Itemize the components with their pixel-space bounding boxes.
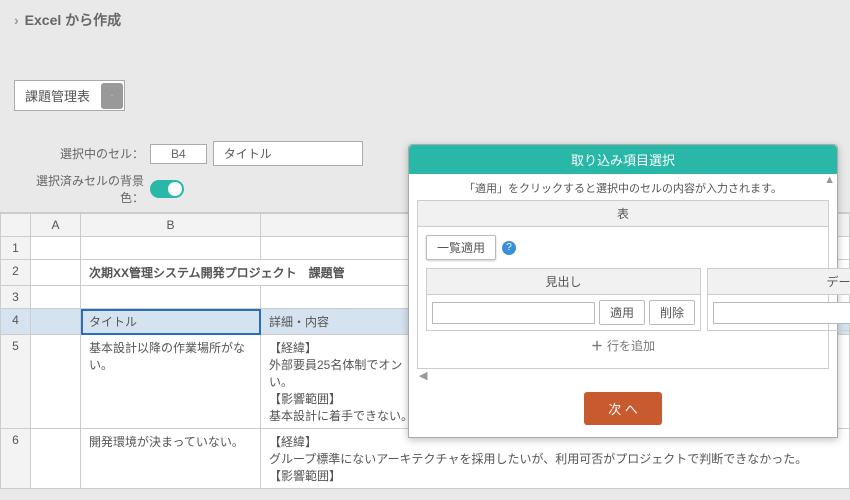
list-apply-button[interactable]: 一覧適用 [426,235,496,260]
cell[interactable] [31,237,81,260]
plus-icon: ＋ [591,339,603,353]
add-row-button[interactable]: ＋行を追加 [426,331,820,360]
heading-apply-button[interactable]: 適用 [599,300,645,325]
panel-hint: 「適用」をクリックすると選択中のセルの内容が入力されます。 [417,180,829,196]
cell[interactable] [31,260,81,286]
scroll-up-icon[interactable]: ▲ [824,174,835,186]
row-header[interactable]: 1 [1,237,31,260]
chevron-right-icon: › [14,12,19,28]
bg-color-toggle[interactable] [150,180,184,198]
cell[interactable] [81,237,261,260]
heading-col-label: 見出し [427,269,700,295]
help-icon[interactable]: ? [502,241,516,255]
data-col-label: データ [708,269,850,295]
bg-color-label: 選択済みセルの背景色： [14,172,144,206]
page-title: Excel から作成 [25,10,121,30]
selected-cell-value: タイトル [213,141,363,166]
cell[interactable]: 開発環境が決まっていない。 [81,429,261,489]
col-header-b[interactable]: B [81,214,261,237]
row-header[interactable]: 3 [1,286,31,309]
table-type-value: 課題管理表 [15,81,100,110]
selected-cell-ref: B4 [150,144,207,164]
panel-title: 取り込み項目選択 [409,145,837,174]
scroll-left-icon[interactable]: ◀ [417,369,829,382]
cell[interactable] [31,286,81,309]
row-header[interactable]: 4 [1,309,31,335]
cell[interactable] [31,335,81,429]
page-header: › Excel から作成 [0,0,850,40]
cell[interactable] [31,309,81,335]
cell[interactable] [81,286,261,309]
row-header[interactable]: 2 [1,260,31,286]
chevron-down-icon [101,83,123,109]
cell[interactable] [31,429,81,489]
table-type-select[interactable]: 課題管理表 [14,80,125,111]
col-header-a[interactable]: A [31,214,81,237]
table-section-label: 表 [418,201,828,227]
next-button[interactable]: 次 へ [584,392,662,425]
import-fields-panel: 取り込み項目選択 ▲ 「適用」をクリックすると選択中のセルの内容が入力されます。… [408,144,838,438]
data-input[interactable] [713,302,850,324]
cell[interactable]: 基本設計以降の作業場所がない。 [81,335,261,429]
heading-delete-button[interactable]: 削除 [649,300,695,325]
cell[interactable]: タイトル [81,309,261,335]
row-header[interactable]: 5 [1,335,31,429]
corner-header [1,214,31,237]
selected-cell-label: 選択中のセル： [14,145,144,162]
heading-input[interactable] [432,302,595,324]
row-header[interactable]: 6 [1,429,31,489]
